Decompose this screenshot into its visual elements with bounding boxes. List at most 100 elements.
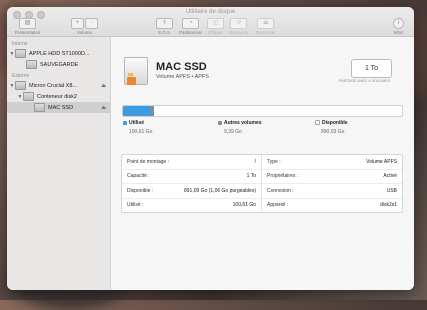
capacity-value: 1 To xyxy=(246,173,256,180)
sidebar-item-mac-ssd[interactable]: MAC SSD ⏏ xyxy=(7,102,110,113)
mount-point-cell: Point de montage : / xyxy=(122,155,262,169)
unmount-label: Démonter xyxy=(256,30,276,35)
capacity-cell: Capacité : 1 To xyxy=(122,169,262,183)
volume-label: Volume xyxy=(76,30,92,35)
volume-icon xyxy=(34,103,45,112)
device-value: disk2s1 xyxy=(380,202,397,209)
legend-free-value: 890,03 Go xyxy=(321,129,345,135)
sidebar-item-label: MAC SSD xyxy=(48,104,74,111)
main-panel: MAC SSD Volume APFS • APFS 1 To PARTAGÉ … xyxy=(111,37,414,290)
external-disk-icon xyxy=(15,81,26,90)
hard-disk-icon xyxy=(15,49,26,58)
capacity-note: PARTAGÉ AVEC 4 VOLUMES xyxy=(339,79,391,83)
sidebar-item-label: SAUVEGARDE xyxy=(40,61,79,68)
device-cell: Appareil : disk2s1 xyxy=(262,199,402,213)
legend-available: Disponible 890,03 Go xyxy=(315,120,348,135)
usage-bar xyxy=(122,105,403,117)
sidebar-item-apple-hdd[interactable]: ▼ APPLE HDD ST1000D... xyxy=(7,48,110,59)
available-label: Disponible : xyxy=(127,187,154,194)
info-row: Point de montage : / Type : Volume APFS xyxy=(122,155,402,170)
info-row: Capacité : 1 To Propriétaires : Activé xyxy=(122,169,402,184)
connection-label: Connexion : xyxy=(267,187,294,194)
disk-utility-window: Utilitaire de disque ▤ Présentation + − … xyxy=(7,7,414,290)
erase-icon: ◫ xyxy=(207,18,224,29)
sidebar-item-label: APPLE HDD ST1000D... xyxy=(29,50,90,57)
mount-point-value: / xyxy=(254,158,256,165)
unmount-icon: ⏏ xyxy=(257,18,275,29)
stethoscope-icon: ⚕ xyxy=(156,18,173,29)
sidebar-item-label: Micron Crucial X8... xyxy=(29,82,77,89)
disk-title: MAC SSD xyxy=(156,61,207,73)
legend-used-label: Utilisé xyxy=(129,120,145,126)
presentation-label: Présentation xyxy=(15,30,41,35)
usage-bar-other-volumes xyxy=(151,106,154,116)
volume-controls: + − Volume xyxy=(71,18,98,35)
info-table: Point de montage : / Type : Volume APFS … xyxy=(121,154,403,213)
usb-icon xyxy=(128,73,133,76)
sidebar: Interne ▼ APPLE HDD ST1000D... SAUVEGARD… xyxy=(7,37,111,290)
used-swatch xyxy=(123,120,127,125)
legend-free-label: Disponible xyxy=(322,120,348,126)
free-swatch xyxy=(315,120,320,126)
mount-point-label: Point de montage : xyxy=(127,158,169,165)
restore-button[interactable]: ↺ Restaurer xyxy=(229,18,249,35)
unmount-button[interactable]: ⏏ Démonter xyxy=(256,18,276,35)
used-cell: Utilisé : 100,61 Go xyxy=(122,198,262,212)
capacity-label: Capacité : xyxy=(127,173,150,180)
pie-icon: ◔ xyxy=(182,18,199,29)
connection-cell: Connexion : USB xyxy=(262,184,402,198)
sidebar-item-micron[interactable]: ▼ Micron Crucial X8... ⏏ xyxy=(7,80,110,91)
window-title: Utilitaire de disque xyxy=(185,9,236,15)
type-label: Type : xyxy=(267,158,281,165)
sidebar-item-sauvegarde[interactable]: SAUVEGARDE xyxy=(7,59,110,70)
used-label: Utilisé : xyxy=(127,202,144,209)
connection-value: USB xyxy=(386,187,397,194)
container-icon xyxy=(23,92,34,101)
eject-icon[interactable]: ⏏ xyxy=(101,83,106,89)
first-aid-button[interactable]: ⚕ S.O.S. xyxy=(156,18,173,35)
type-value: Volume APFS xyxy=(366,158,397,165)
drive-tag-icon xyxy=(127,77,136,85)
legend-used: Utilisé 100,61 Go xyxy=(123,120,152,135)
info-label: Infos xyxy=(393,30,404,35)
info-row: Utilisé : 100,61 Go Appareil : disk2s1 xyxy=(122,198,402,213)
external-section-header: Externe xyxy=(12,73,30,79)
used-value: 100,61 Go xyxy=(232,202,256,209)
disk-subtitle: Volume APFS • APFS xyxy=(156,74,209,80)
info-icon: i xyxy=(393,18,404,29)
other-swatch xyxy=(218,120,222,125)
internal-section-header: Interne xyxy=(12,41,28,47)
volume-add-button[interactable]: + xyxy=(71,18,84,29)
toolbar: Utilitaire de disque ▤ Présentation + − … xyxy=(7,7,414,37)
owners-value: Activé xyxy=(383,173,397,180)
available-value: 891,09 Go (1,06 Go purgeables) xyxy=(184,187,256,194)
usage-bar-used xyxy=(123,106,152,116)
volume-remove-button[interactable]: − xyxy=(85,18,98,29)
first-aid-label: S.O.S. xyxy=(157,30,172,35)
volume-icon xyxy=(26,60,37,69)
info-row: Disponible : 891,09 Go (1,06 Go purgeabl… xyxy=(122,184,402,199)
legend-used-value: 100,61 Go xyxy=(129,129,153,135)
legend-other-value: 9,39 Go xyxy=(224,129,242,135)
restore-icon: ↺ xyxy=(230,18,248,29)
eject-icon[interactable]: ⏏ xyxy=(101,105,106,111)
partition-label: Partitionner xyxy=(179,30,203,35)
partition-button[interactable]: ◔ Partitionner xyxy=(179,18,202,35)
sidebar-item-label: Conteneur disk2 xyxy=(37,93,78,100)
owners-cell: Propriétaires : Activé xyxy=(262,170,402,184)
restore-label: Restaurer xyxy=(229,30,249,35)
capacity-badge: 1 To xyxy=(351,59,392,78)
legend-other-label: Autres volumes xyxy=(224,120,262,126)
type-cell: Type : Volume APFS xyxy=(262,155,402,169)
info-button[interactable]: i Infos xyxy=(393,18,404,35)
external-drive-icon xyxy=(124,57,148,85)
legend-other-volumes: Autres volumes 9,39 Go xyxy=(218,120,262,135)
sidebar-icon: ▤ xyxy=(19,18,37,29)
owners-label: Propriétaires : xyxy=(267,173,299,180)
available-cell: Disponible : 891,09 Go (1,06 Go purgeabl… xyxy=(122,184,262,198)
presentation-button[interactable]: ▤ Présentation xyxy=(15,18,40,35)
erase-button[interactable]: ◫ Effacer xyxy=(207,18,224,35)
erase-label: Effacer xyxy=(208,30,223,35)
sidebar-item-container-disk2[interactable]: ▼ Conteneur disk2 xyxy=(7,91,110,102)
device-label: Appareil : xyxy=(267,202,289,209)
